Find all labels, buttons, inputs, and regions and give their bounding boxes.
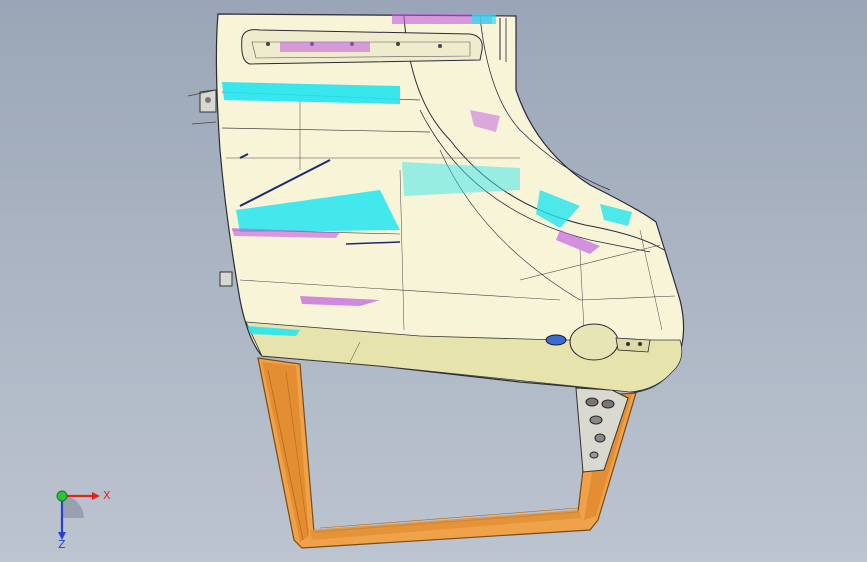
coordinate-triad: X Z: [40, 478, 120, 551]
x-axis-label: X: [103, 489, 111, 502]
graphics-viewport[interactable]: X Z: [0, 0, 867, 562]
y-axis-dot: [56, 490, 68, 502]
coordinate-triad-icon: X Z: [56, 489, 111, 551]
door-panel-model[interactable]: [0, 0, 867, 562]
z-axis-label: Z: [58, 538, 66, 548]
